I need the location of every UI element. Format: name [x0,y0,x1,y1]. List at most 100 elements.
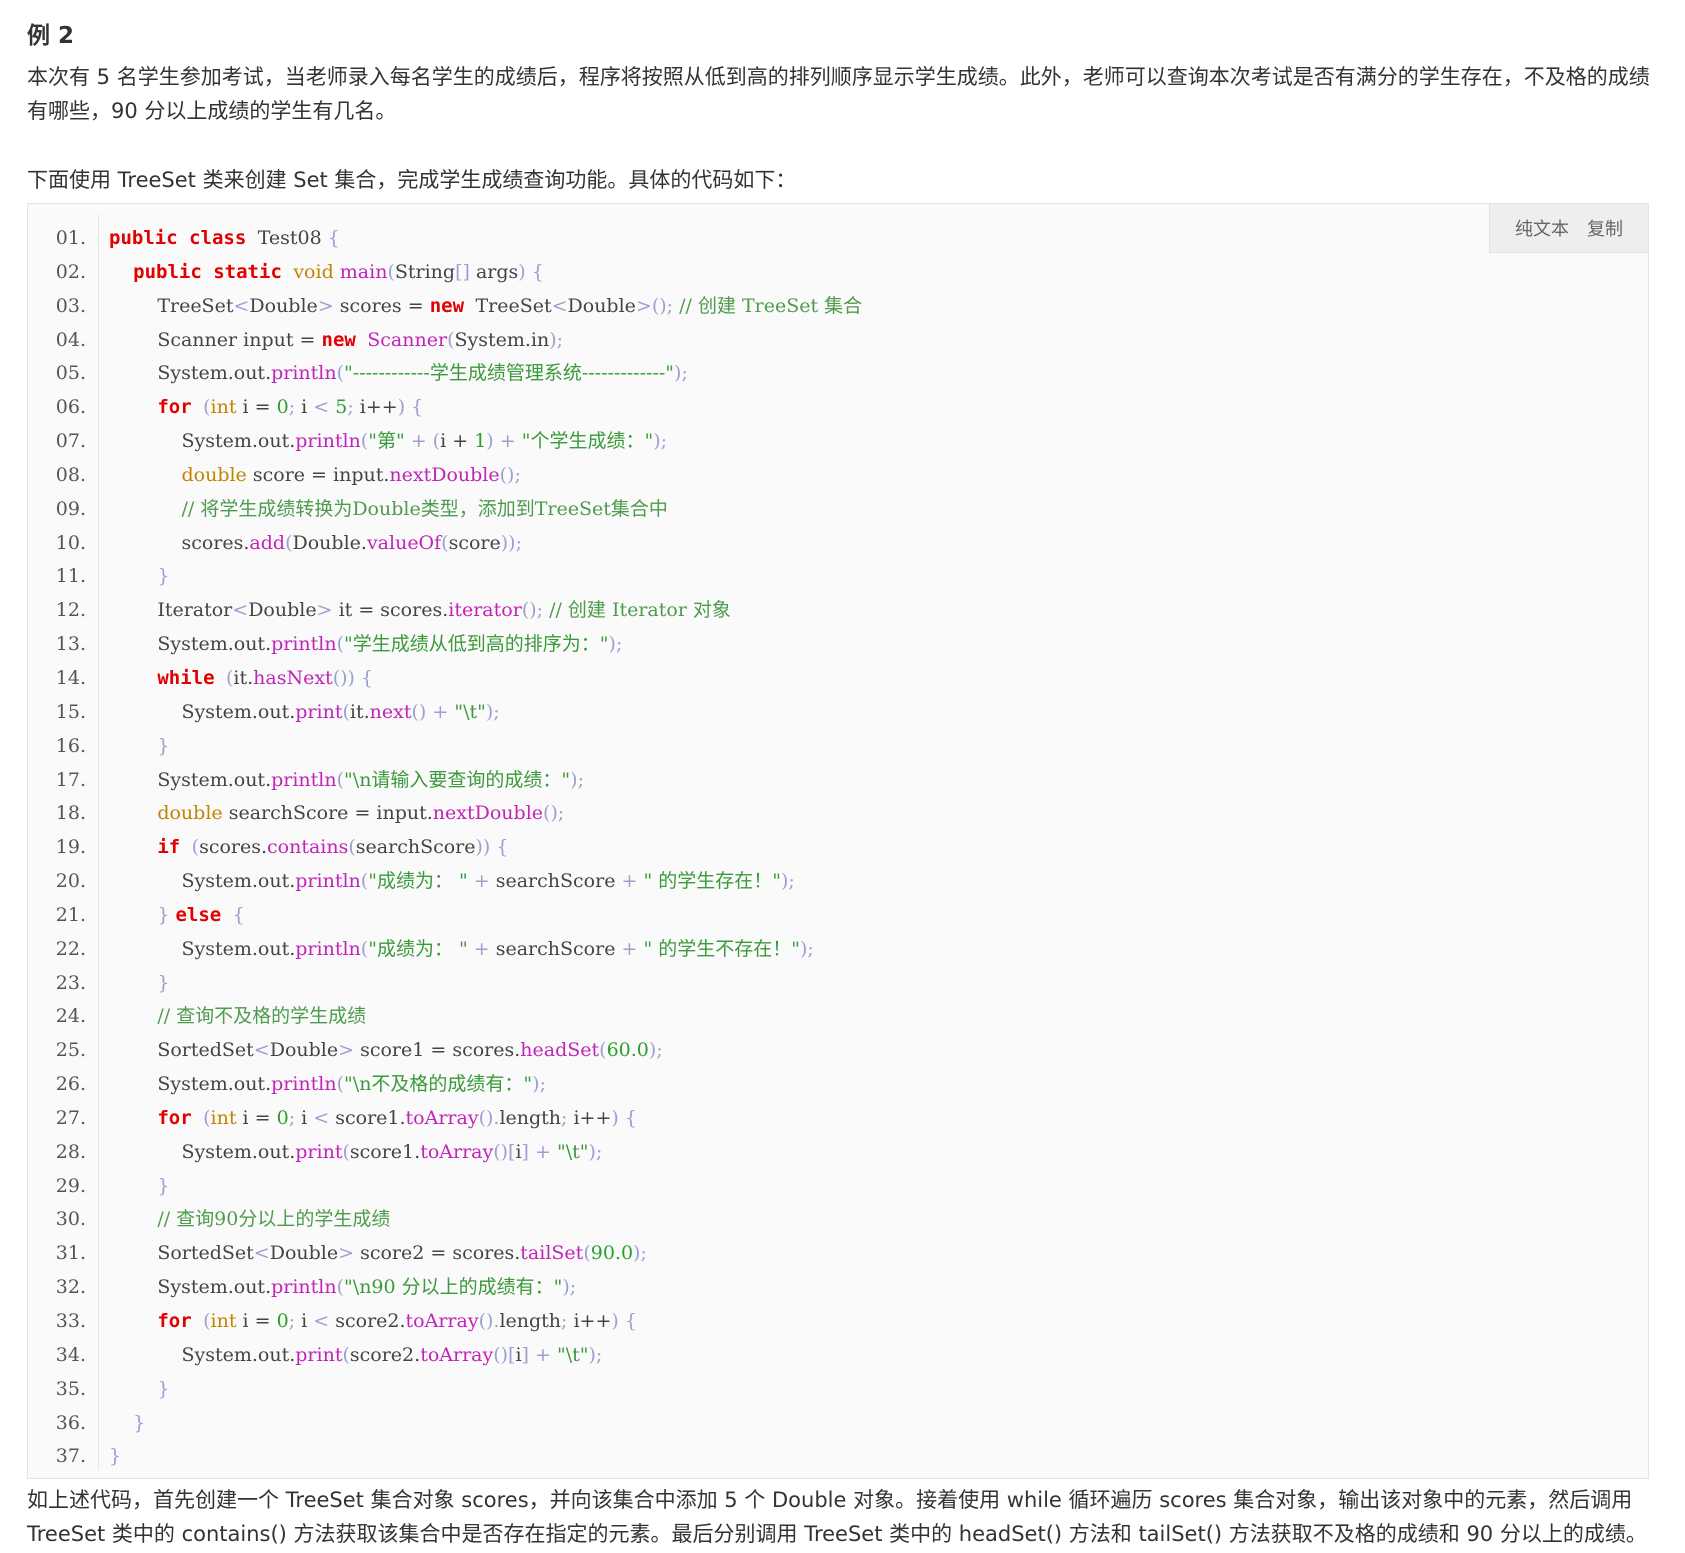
code-token: ( [441,531,449,554]
code-token: score [448,531,501,554]
line-number-divider [98,214,99,1470]
code-token: iterator [448,599,522,622]
code-line: 03. TreeSet<Double> scores = new TreeSet… [28,290,862,324]
line-number: 01. [55,227,86,249]
line-number: 19. [55,836,86,859]
code-token: score2. [335,1310,406,1332]
code-token: score2. [349,1343,421,1366]
line-number: 33. [55,1310,86,1332]
code-line: 21. } else { [28,899,245,933]
code-token: println [271,633,337,656]
code-token: "\n不及格的成绩有：" [344,1073,533,1096]
code-token: ( [285,531,293,554]
code-token: "------------学生成绩管理系统-------------" [344,362,675,385]
code-token: ( [203,396,211,419]
code-token: > [316,599,339,622]
code-token: < [551,294,568,317]
code-lines: 01. public class Test08 {02. public stati… [28,222,862,1474]
line-number: 21. [55,903,86,926]
code-line: 16. } [28,730,170,764]
line-number: 30. [55,1208,86,1231]
code-token: + [615,937,644,960]
line-number: 11. [55,565,86,588]
code-token: " 的学生存在！" [643,870,781,893]
code-token: Double [249,294,318,317]
code-token: add [249,531,286,554]
line-number: 03. [55,294,86,317]
code-token: System.out. [109,1276,272,1299]
line-number: 10. [55,531,86,554]
code-token: ); [532,1073,546,1096]
code-line: 28. System.out.print(score1.toArray()[i]… [28,1136,603,1170]
code-text: // 查询不及格的学生成绩 [109,1000,366,1034]
code-text: Iterator<Double> it = scores.iterator();… [109,594,731,628]
code-token: ); [674,362,688,385]
code-token: ); [799,937,814,960]
code-token: (); [521,599,550,622]
code-token: public class [109,227,258,249]
code-token: // 查询90分以上的学生成绩 [157,1208,391,1231]
code-token: ) { [611,1106,637,1129]
line-number: 17. [55,768,86,791]
code-text: // 查询90分以上的学生成绩 [109,1203,390,1237]
code-token: ] + [521,1140,557,1163]
line-number: 22. [55,937,86,960]
code-text: System.out.println("第" + (i + 1) + "个学生成… [109,425,667,459]
code-token: ( [599,1039,607,1062]
code-token: void [293,260,340,283]
code-token: "学生成绩从低到高的排序为：" [344,633,609,656]
code-token: ); [648,1039,663,1062]
code-token: System.in [454,328,550,351]
line-number: 20. [55,870,86,893]
code-text: TreeSet<Double> scores = new TreeSet<Dou… [109,290,862,324]
code-token: public static [133,260,294,283]
line-number: 35. [55,1377,86,1400]
line-number: 04. [55,328,86,351]
code-token: < [313,1310,336,1332]
code-token: } [157,1377,170,1400]
code-token: ( [348,836,356,859]
code-token: print [295,1140,343,1163]
code-token: + [467,870,496,893]
line-number: 12. [55,599,86,622]
line-number: 14. [55,666,86,689]
code-token: ; [288,396,302,419]
code-token: i [301,1106,314,1129]
code-token: i [301,1310,314,1332]
code-token: args [475,260,519,283]
code-text: System.out.println("\n不及格的成绩有："); [109,1068,546,1102]
code-token: toArray [405,1310,479,1332]
copy-button[interactable]: 复制 [1587,215,1623,241]
code-token: scores = [339,294,430,317]
code-line: 06. for (int i = 0; i < 5; i++) { [28,391,423,425]
code-token: < [253,1039,270,1062]
code-line: 29. } [28,1170,170,1204]
code-token: it. [233,666,254,689]
code-token: System.out. [109,430,296,453]
code-line: 02. public static void main(String[] arg… [28,256,544,290]
code-token: println [271,768,337,791]
line-number: 28. [55,1140,86,1163]
code-token: System.out. [109,1073,272,1096]
code-token: print [295,1343,343,1366]
code-token: scores. [109,531,250,554]
code-token: ); [562,1276,577,1299]
code-line: 11. } [28,560,170,594]
code-token: searchScore = input. [228,802,433,825]
code-line: 23. } [28,967,170,1001]
plain-text-button[interactable]: 纯文本 [1515,215,1569,241]
line-number: 15. [55,700,86,723]
code-token: > [338,1242,361,1265]
code-token: ] + [521,1343,557,1366]
code-token: < [313,396,336,419]
code-token: searchScore [495,870,616,893]
code-token: double [181,463,253,486]
code-token: (). [478,1106,500,1129]
code-token: score1. [335,1106,406,1129]
outro-paragraph: 如上述代码，首先创建一个 TreeSet 集合对象 scores，并向该集合中添… [27,1488,1647,1546]
